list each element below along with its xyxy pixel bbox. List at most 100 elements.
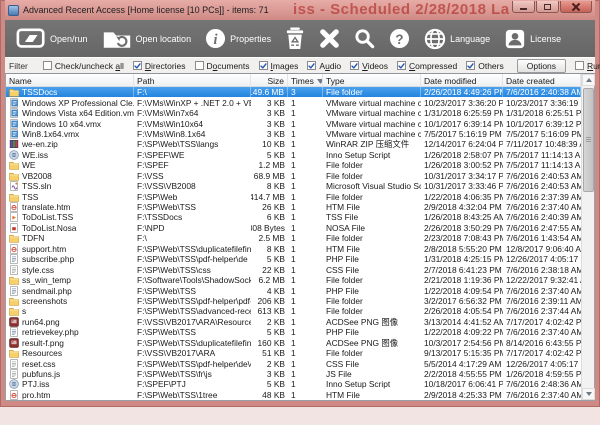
cell-text: F:\SP\Web\TSS\1tree <box>137 390 217 400</box>
table-row[interactable]: result-f.pngF:\SP\Web\TSS\duplicatefilef… <box>6 338 594 348</box>
table-row[interactable]: pro.htmF:\SP\Web\TSS\1tree48 KB1HTM File… <box>6 390 594 400</box>
cell-times: 1 <box>288 317 323 327</box>
table-row[interactable]: ss_win_tempF:\Software\Tools\ShadowSocks… <box>6 275 594 285</box>
cell-text: 6.2 MB <box>258 275 285 285</box>
cell-text: 2/8/2018 5:55:20 PM <box>424 244 502 254</box>
table-row[interactable]: translate.htmF:\SP\Web\TSS26 KB1HTM File… <box>6 202 594 212</box>
options-button[interactable]: Options <box>517 59 566 73</box>
cell-size: 2 KB <box>251 317 288 327</box>
filter-checkbox-compressed[interactable]: Compressed <box>397 61 457 71</box>
cell-path: F:\VSS\VB2008 <box>134 181 251 191</box>
filter-checkbox-images[interactable]: Images <box>259 61 299 71</box>
table-row[interactable]: screenshotsF:\SP\Web\TSS\pdf-helper\pdf-… <box>6 296 594 306</box>
toolbar-button-search[interactable] <box>349 26 380 51</box>
toolbar-button-license[interactable]: License <box>499 26 566 52</box>
folder-file-icon <box>9 306 19 316</box>
cell-name: PTJ.iss <box>6 379 134 389</box>
maximize-button[interactable] <box>536 1 559 13</box>
cell-name: Win8.1x64.vmx <box>6 129 134 139</box>
cell-size: 1.2 MB <box>251 160 288 170</box>
cell-name: we-en.zip <box>6 139 134 149</box>
table-row[interactable]: ToDoList.TSSF:\TSSDocs6 KB1TSS File1/26/… <box>6 212 594 222</box>
column-header-size[interactable]: Size <box>251 74 288 86</box>
column-header-times[interactable]: Times <box>288 74 323 86</box>
cell-modified: 10/23/2017 3:36:20 PM <box>421 97 503 107</box>
table-row[interactable]: subscribe.phpF:\SP\Web\TSS\pdf-helper\de… <box>6 254 594 264</box>
table-row[interactable]: WEF:\SPEF1.2 MB1File folder1/26/2018 3:0… <box>6 160 594 170</box>
folder-file-icon <box>9 192 19 202</box>
cell-text: 9/13/2017 5:15:35 PM <box>424 348 503 358</box>
column-header-date-created[interactable]: Date created <box>503 74 581 86</box>
filter-checkbox-audio[interactable]: Audio <box>307 61 341 71</box>
table-row[interactable]: retrievekey.phpF:\SP\Web\TSS5 KB1PHP Fil… <box>6 327 594 337</box>
cell-text: pro.htm <box>22 390 50 400</box>
table-row[interactable]: run64.pngF:\VSS\VB2017\ARA\Resources2 KB… <box>6 317 594 327</box>
filter-checkbox-others[interactable]: Others <box>466 61 504 71</box>
cell-created: 12/8/2017 9:06:40 AM <box>503 244 581 254</box>
cell-text: 1 <box>291 139 296 149</box>
cell-text: 2/7/2018 6:41:23 PM <box>424 265 502 275</box>
table-row[interactable]: TSSF:\SP\Web414.7 MB1File folder1/22/201… <box>6 191 594 201</box>
toolbar-button-recycle[interactable] <box>280 25 310 52</box>
column-header-date-modified[interactable]: Date modified <box>421 74 503 86</box>
table-row[interactable]: Windows 10 x64.vmxF:\VMs\Win10x643 KB1VM… <box>6 118 594 128</box>
cell-name: TSSDocs <box>6 87 134 97</box>
filter-checkbox-check-uncheck-all[interactable]: Check/uncheck all <box>43 61 124 71</box>
cell-type: Microsoft Visual Studio Soluti... <box>323 181 421 191</box>
cell-created: 7/17/2017 4:02:42 PM <box>503 317 581 327</box>
cell-text: 7/17/2017 4:02:42 PM <box>506 348 581 358</box>
table-row[interactable]: we-en.zipF:\SP\Web\TSS\langs10 KB1WinRAR… <box>6 139 594 149</box>
toolbar-button-remove[interactable] <box>314 26 345 51</box>
toolbar-button-language[interactable]: Language <box>419 26 495 52</box>
help-icon: ? <box>389 28 410 49</box>
column-header-type[interactable]: Type <box>323 74 421 86</box>
table-row[interactable]: Windows XP Professional Cle...F:\VMs\Win… <box>6 97 594 107</box>
table-row[interactable]: WE.issF:\SPEF\WE5 KB1Inno Setup Script1/… <box>6 150 594 160</box>
toolbar-button-open-run[interactable]: Open/run <box>11 26 93 51</box>
scroll-up-button[interactable] <box>582 74 595 86</box>
table-row[interactable]: Windows Vista x64 Edition.vmxF:\VMs\Win7… <box>6 108 594 118</box>
cell-size: 3 KB <box>251 97 288 107</box>
vmware-file-icon <box>9 108 19 118</box>
table-row[interactable]: TSS.slnF:\VSS\VB20088 KB1Microsoft Visua… <box>6 181 594 191</box>
table-row[interactable]: pubfuns.jsF:\SP\Web\TSS\fr\js3 KB1JS Fil… <box>6 369 594 379</box>
close-button[interactable] <box>560 1 592 13</box>
table-row[interactable]: TDFNF:\2.5 MB1File folder2/23/2018 7:08:… <box>6 233 594 243</box>
table-row[interactable]: TSSDocsF:\149.6 MB3File folder2/26/2018 … <box>6 87 594 97</box>
cell-text: 1 <box>291 286 296 296</box>
filter-checkbox-run-on-boot[interactable]: Run it when PC boots. <box>575 61 600 71</box>
table-row[interactable]: VB2008F:\VSS68.9 MB1File folder10/31/201… <box>6 171 594 181</box>
cell-text: TDFN <box>22 233 44 243</box>
table-row[interactable]: PTJ.issF:\SPEF\PTJ5 KB1Inno Setup Script… <box>6 379 594 389</box>
scroll-down-button[interactable] <box>582 388 595 400</box>
table-row[interactable]: support.htmF:\SP\Web\TSS\duplicatefilefi… <box>6 244 594 254</box>
vertical-scrollbar[interactable] <box>581 74 594 400</box>
cell-text: F:\VMs\Win8.1x64 <box>137 129 205 139</box>
column-header-name[interactable]: Name <box>6 74 134 86</box>
table-row[interactable]: Win8.1x64.vmxF:\VMs\Win8.1x643 KB1VMware… <box>6 129 594 139</box>
table-row[interactable]: sendmail.phpF:\SP\Web\TSS4 KB1PHP File1/… <box>6 285 594 295</box>
toolbar-button-properties[interactable]: iProperties <box>200 26 276 51</box>
cell-modified: 1/31/2018 6:25:59 PM <box>421 108 503 118</box>
filter-checkbox-videos[interactable]: Videos <box>350 61 388 71</box>
toolbar-button-help[interactable]: ? <box>384 26 415 51</box>
toolbar-button-open-location[interactable]: Open location <box>97 26 197 52</box>
table-row[interactable]: style.cssF:\SP\Web\TSS\css22 KB1CSS File… <box>6 264 594 274</box>
minimize-button[interactable] <box>512 1 535 13</box>
cell-created: 7/6/2016 2:37:40 AM <box>503 327 581 337</box>
filter-checkbox-documents[interactable]: Documents <box>195 61 250 71</box>
column-header-path[interactable]: Path <box>134 74 251 86</box>
table-row[interactable]: sF:\SP\Web\TSS\advanced-recent-...613 KB… <box>6 306 594 316</box>
filter-checkbox-directories[interactable]: Directories <box>133 61 186 71</box>
cell-text: 7/5/2017 5:16:19 PM <box>424 129 502 139</box>
cell-times: 1 <box>288 139 323 149</box>
cell-path: F:\VMs\Win7x64 <box>134 108 251 118</box>
cell-type: VMware virtual machine confi... <box>323 97 421 107</box>
column-header-label: Times <box>291 76 314 86</box>
cell-text: 613 KB <box>258 306 285 316</box>
scroll-thumb[interactable] <box>583 88 594 192</box>
table-row[interactable]: reset.cssF:\SP\Web\TSS\pdf-helper\de\css… <box>6 358 594 368</box>
table-row[interactable]: ToDoList.NosaF:\NPD808 Bytes1NOSA File2/… <box>6 223 594 233</box>
table-row[interactable]: ResourcesF:\VSS\VB2017\ARA51 KB1File fol… <box>6 348 594 358</box>
cell-text: 1 <box>291 233 296 243</box>
